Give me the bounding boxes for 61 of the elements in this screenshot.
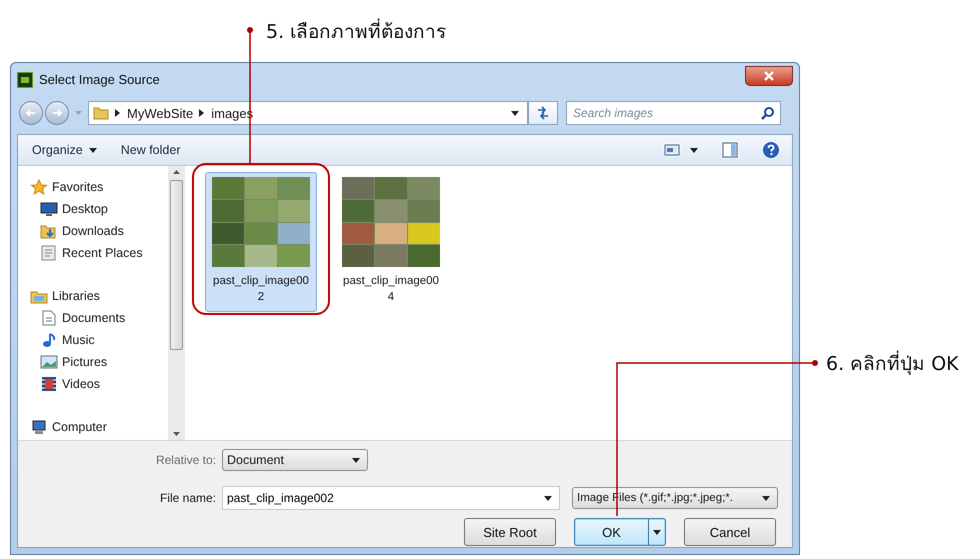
toolbar-button[interactable]: New folder	[120, 143, 180, 157]
annotation-label: 6. คลิกที่ปุ่ม OK	[826, 348, 959, 378]
toolbar-button[interactable]: Organize	[32, 143, 97, 157]
split-button[interactable]: OK	[574, 518, 666, 546]
caret-icon	[352, 458, 360, 462]
dialog-button[interactable]: Cancel	[684, 518, 776, 546]
help-icon[interactable]	[762, 141, 780, 159]
scrollbar[interactable]	[168, 166, 185, 440]
monitor-icon	[40, 201, 58, 217]
list-icon	[40, 245, 58, 261]
scroll-down-icon[interactable]	[173, 432, 180, 436]
caret-icon	[88, 148, 97, 152]
relative-to-dropdown[interactable]: Document	[222, 449, 368, 471]
back-arrow-icon	[25, 108, 37, 118]
sidebar-item[interactable]: Music	[18, 329, 168, 351]
caret-icon	[653, 530, 661, 534]
sidebar-item[interactable]: Downloads	[18, 220, 168, 242]
sidebar-item[interactable]: Videos	[18, 373, 168, 395]
close-button[interactable]	[745, 66, 793, 86]
sidebar-item[interactable]: Computer	[18, 416, 168, 438]
star-icon	[30, 179, 48, 195]
caret-icon	[762, 496, 770, 500]
caret-icon[interactable]	[544, 496, 552, 501]
sidebar-item[interactable]: Libraries	[18, 285, 168, 307]
sidebar-item[interactable]: Documents	[18, 307, 168, 329]
file-name-field[interactable]: past_clip_image002	[222, 486, 560, 510]
search-field[interactable]: Search images	[566, 101, 781, 125]
view-options-icon[interactable]	[664, 143, 680, 157]
sidebar-item[interactable]: Recent Places	[18, 242, 168, 264]
music-note-icon	[40, 332, 58, 348]
caret-icon[interactable]	[511, 110, 519, 116]
refresh-icon	[535, 106, 551, 120]
forward-button[interactable]	[45, 101, 69, 125]
sidebar-item[interactable]: Pictures	[18, 351, 168, 373]
preview-pane-icon[interactable]	[722, 142, 738, 158]
caret-icon[interactable]	[690, 148, 698, 152]
chevron-icon[interactable]	[115, 109, 121, 117]
film-icon	[40, 376, 58, 392]
sidebar-item[interactable]: Desktop	[18, 198, 168, 220]
document-icon	[40, 310, 58, 326]
download-folder-icon	[40, 223, 58, 239]
back-button[interactable]	[19, 101, 43, 125]
relative-to-label: Relative to:	[154, 453, 217, 467]
forward-arrow-icon	[51, 108, 63, 118]
file-name-label: File name:	[158, 491, 217, 505]
breadcrumb-item[interactable]: MyWebSite	[127, 106, 194, 120]
computer-icon	[30, 419, 48, 435]
scroll-up-icon[interactable]	[173, 170, 180, 174]
dialog-button[interactable]: Site Root	[464, 518, 556, 546]
close-icon	[763, 70, 775, 80]
window-title: Select Image Source	[39, 72, 160, 87]
folder-icon	[93, 105, 109, 121]
picture-icon	[40, 354, 58, 370]
app-logo-icon	[17, 72, 33, 88]
sidebar-item[interactable]: Favorites	[18, 176, 168, 198]
refresh-button[interactable]	[528, 101, 558, 125]
chevron-icon[interactable]	[199, 109, 206, 117]
search-icon[interactable]	[761, 106, 775, 120]
annotation-label: 5. เลือกภาพที่ต้องการ	[266, 16, 446, 46]
file-item[interactable]: past_clip_image004	[335, 172, 447, 312]
file-item[interactable]: past_clip_image002	[205, 172, 317, 312]
